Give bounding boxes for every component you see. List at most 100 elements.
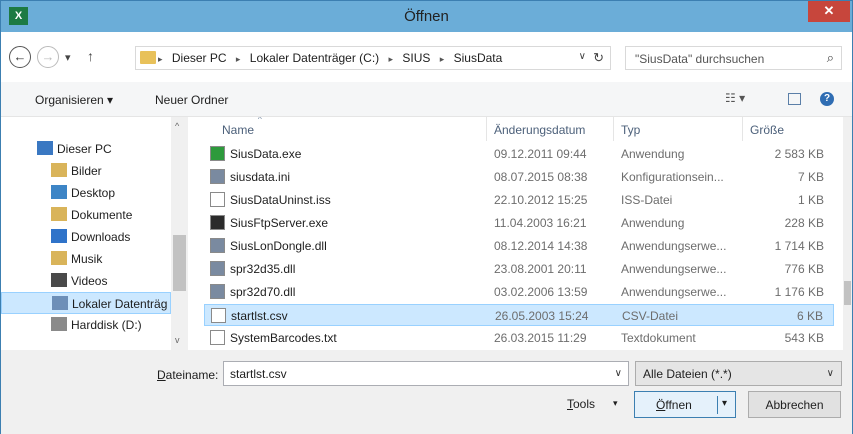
scroll-down-icon[interactable]: v bbox=[175, 335, 180, 345]
help-icon[interactable]: ? bbox=[820, 92, 834, 106]
tree-item[interactable]: Musik bbox=[1, 248, 171, 270]
music-folder-icon bbox=[51, 251, 67, 265]
tree-item[interactable]: Harddisk (D:) bbox=[1, 314, 171, 336]
file-date: 26.03.2015 11:29 bbox=[494, 331, 587, 345]
file-type-select[interactable]: Alle Dateien (*.*) ∨ bbox=[635, 361, 842, 386]
column-divider[interactable] bbox=[486, 117, 487, 141]
file-type: Anwendungserwe... bbox=[621, 262, 727, 276]
column-type[interactable]: Typ bbox=[621, 123, 640, 137]
breadcrumb-item-dieser-pc[interactable]: Dieser PC bbox=[172, 51, 227, 65]
column-date[interactable]: Änderungsdatum bbox=[494, 123, 585, 137]
downloads-folder-icon bbox=[51, 229, 67, 243]
file-size: 1 714 KB bbox=[774, 239, 824, 253]
documents-folder-icon bbox=[51, 207, 67, 221]
cancel-button[interactable]: Abbrechen bbox=[748, 391, 841, 418]
back-button[interactable]: ← bbox=[9, 46, 31, 68]
file-type: Anwendung bbox=[621, 147, 685, 161]
file-name: spr32d35.dll bbox=[230, 262, 296, 276]
file-type: Anwendungserwe... bbox=[621, 285, 727, 299]
csv-file-icon bbox=[211, 308, 226, 323]
filename-input[interactable]: startlst.csv ∨ bbox=[223, 361, 629, 386]
file-size: 2 583 KB bbox=[774, 147, 824, 161]
tree-item[interactable]: Videos bbox=[1, 270, 171, 292]
new-folder-button[interactable]: Neuer Ordner bbox=[155, 93, 228, 107]
open-button[interactable]: Öffnen ▾ bbox=[634, 391, 736, 418]
file-type: CSV-Datei bbox=[622, 309, 679, 323]
file-row[interactable]: spr32d35.dll 23.08.2001 20:11 Anwendungser… bbox=[204, 258, 834, 280]
breadcrumb-item-drive[interactable]: Lokaler Datenträger (C:) bbox=[250, 51, 379, 65]
column-headers: ^ Name Änderungsdatum Typ Größe bbox=[189, 117, 849, 141]
tree-item[interactable]: Lokaler Datenträg bbox=[1, 292, 171, 314]
navigation-scrollbar[interactable]: ^ v bbox=[171, 117, 188, 350]
pictures-folder-icon bbox=[51, 163, 67, 177]
tree-item[interactable]: Bilder bbox=[1, 160, 171, 182]
tree-item-label: Bilder bbox=[71, 164, 102, 178]
address-dropdown-icon[interactable]: ∨ bbox=[579, 51, 586, 62]
file-row[interactable]: spr32d70.dll 03.02.2006 13:59 Anwendungser… bbox=[204, 281, 834, 303]
file-size: 228 KB bbox=[784, 216, 824, 230]
file-icon bbox=[210, 192, 225, 207]
filename-label: Dateiname: bbox=[157, 368, 219, 382]
navigation-bar: ← → ▾ ↑ ▸ Dieser PC ▸ Lokaler Datenträge… bbox=[1, 32, 852, 82]
file-type: Anwendung bbox=[621, 216, 685, 230]
open-options-icon[interactable]: ▾ bbox=[722, 398, 727, 409]
file-row[interactable]: SiusDataUninst.iss 22.10.2012 15:25 ISS-Da… bbox=[204, 189, 834, 211]
recent-locations-icon[interactable]: ▾ bbox=[65, 51, 71, 64]
file-size: 543 KB bbox=[784, 331, 824, 345]
column-divider[interactable] bbox=[742, 117, 743, 141]
tree-item[interactable]: Dokumente bbox=[1, 204, 171, 226]
column-name[interactable]: Name bbox=[222, 123, 254, 137]
title-bar[interactable]: X Öffnen ✕ bbox=[1, 1, 852, 32]
dll-icon bbox=[210, 238, 225, 253]
tree-item[interactable]: Downloads bbox=[1, 226, 171, 248]
file-row[interactable]: SiusLonDongle.dll 08.12.2014 14:38 Anwendu… bbox=[204, 235, 834, 257]
breadcrumb-separator: ▸ bbox=[235, 54, 241, 64]
column-divider[interactable] bbox=[613, 117, 614, 141]
breadcrumb-separator: ▸ bbox=[439, 54, 445, 64]
breadcrumb: ▸ Dieser PC ▸ Lokaler Datenträger (C:) ▸… bbox=[158, 51, 508, 65]
forward-button[interactable]: → bbox=[37, 46, 59, 68]
address-bar[interactable]: ▸ Dieser PC ▸ Lokaler Datenträger (C:) ▸… bbox=[135, 46, 611, 70]
tree-item-label: Harddisk (D:) bbox=[71, 318, 142, 332]
scroll-thumb[interactable] bbox=[173, 235, 186, 291]
content-area: Dieser PC Bilder Desktop Dokumente Downloads… bbox=[1, 117, 852, 350]
file-list-scrollbar[interactable] bbox=[843, 117, 852, 350]
file-row[interactable]: SiusData.exe 09.12.2011 09:44 Anwendung 2 5… bbox=[204, 143, 834, 165]
close-button[interactable]: ✕ bbox=[808, 1, 850, 22]
file-row[interactable]: startlst.csv 26.05.2003 15:24 CSV-Datei 6 K… bbox=[204, 304, 834, 326]
file-date: 08.12.2014 14:38 bbox=[494, 239, 588, 253]
file-name: startlst.csv bbox=[231, 309, 288, 323]
file-type-value: Alle Dateien (*.*) bbox=[643, 367, 732, 381]
scroll-up-icon[interactable]: ^ bbox=[175, 121, 179, 131]
tree-item[interactable]: Desktop bbox=[1, 182, 171, 204]
up-icon[interactable]: ↑ bbox=[87, 48, 94, 64]
breadcrumb-item-sius[interactable]: SIUS bbox=[402, 51, 430, 65]
search-input[interactable]: "SiusData" durchsuchen ⌕ bbox=[625, 46, 842, 70]
file-size: 7 KB bbox=[797, 170, 824, 184]
tools-button[interactable]: Tools ▾ bbox=[567, 397, 618, 411]
chevron-down-icon[interactable]: ∨ bbox=[615, 368, 622, 379]
window-title: Öffnen bbox=[404, 8, 449, 25]
tree-item-label: Lokaler Datenträg bbox=[72, 297, 168, 311]
file-row[interactable]: siusdata.ini 08.07.2015 08:38 Konfiguratio… bbox=[204, 166, 834, 188]
scroll-thumb[interactable] bbox=[844, 281, 851, 305]
breadcrumb-item-siusdata[interactable]: SiusData bbox=[454, 51, 503, 65]
preview-pane-icon[interactable] bbox=[788, 93, 801, 105]
search-icon[interactable]: ⌕ bbox=[827, 50, 834, 66]
file-type: ISS-Datei bbox=[621, 193, 673, 207]
file-size: 1 KB bbox=[797, 193, 824, 207]
file-row[interactable]: SystemBarcodes.txt 26.03.2015 11:29 Textdo… bbox=[204, 327, 834, 349]
tree-item[interactable]: Dieser PC bbox=[1, 138, 171, 160]
refresh-icon[interactable]: ↻ bbox=[593, 50, 604, 66]
column-size[interactable]: Größe bbox=[750, 123, 784, 137]
sort-ascending-icon: ^ bbox=[258, 117, 262, 124]
filename-value: startlst.csv bbox=[230, 367, 287, 381]
dll-icon bbox=[210, 284, 225, 299]
file-row[interactable]: SiusFtpServer.exe 11.04.2003 16:21 Anwendu… bbox=[204, 212, 834, 234]
file-type: Textdokument bbox=[621, 331, 696, 345]
file-name: SiusDataUninst.iss bbox=[230, 193, 331, 207]
chevron-down-icon[interactable]: ∨ bbox=[827, 368, 834, 379]
organize-button[interactable]: Organisieren ▾ bbox=[35, 93, 113, 107]
settings-file-icon bbox=[210, 169, 225, 184]
view-options-icon[interactable]: ☷ ▾ bbox=[725, 91, 745, 105]
